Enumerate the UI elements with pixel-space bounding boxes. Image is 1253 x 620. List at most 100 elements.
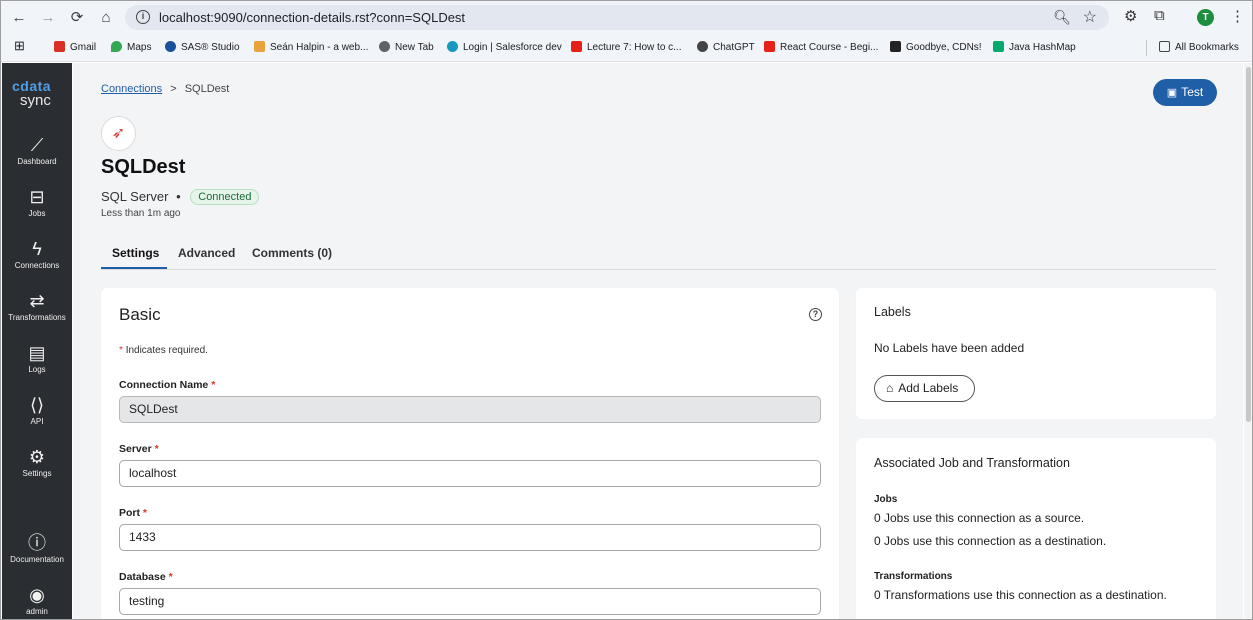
database-field[interactable]: testing (119, 588, 821, 615)
basic-card: Basic ? * Indicates required. Connection… (101, 288, 839, 619)
separator-dot: • (176, 189, 181, 204)
cdata-sync-logo[interactable]: cdata sync (12, 79, 64, 109)
app-sidebar: cdata sync ⟋ Dashboard ⊟ Jobs ϟ Connecti… (2, 63, 72, 619)
api-icon: ⟨⟩ (29, 395, 45, 415)
browser-window: ← → ⟳ ⌂ i localhost:9090/connection-deta… (0, 0, 1253, 620)
sidebar-item-logs[interactable]: ▤ Logs (2, 343, 72, 375)
port-label: Port * (119, 507, 148, 519)
zoom-icon[interactable]: 🔍︎ (1053, 9, 1071, 26)
port-field[interactable]: 1433 (119, 524, 821, 551)
tab-comments[interactable]: Comments (0) (252, 246, 332, 260)
arrows-icon: ⇄ (29, 291, 45, 311)
required-asterisk: * (119, 345, 123, 356)
test-button-label: Test (1181, 85, 1204, 99)
folder-icon (1159, 41, 1170, 52)
server-field[interactable]: localhost (119, 460, 821, 487)
extension-gear-icon[interactable]: ⚙ (1124, 7, 1137, 25)
bookmark-react-course[interactable]: React Course - Begi... (764, 41, 878, 53)
logo-brand: cdata (12, 78, 52, 94)
page-scrollbar[interactable] (1244, 63, 1252, 619)
browser-menu-icon[interactable]: ⋮ (1230, 7, 1245, 25)
bookmark-lecture-7[interactable]: Lecture 7: How to c... (571, 41, 682, 53)
add-labels-button[interactable]: ⌂ Add Labels (874, 375, 975, 402)
sidebar-item-label: Dashboard (17, 157, 57, 166)
main-content: Connections > SQLDest ▣ Test ➶ SQLDest SQ… (73, 63, 1243, 619)
all-bookmarks[interactable]: All Bookmarks (1159, 41, 1239, 53)
save-disk-icon: ▣ (1166, 87, 1178, 99)
scrollbar-thumb[interactable] (1246, 67, 1251, 422)
sidebar-item-api[interactable]: ⟨⟩ API (2, 395, 72, 427)
sidebar-item-admin[interactable]: ◉ admin (2, 585, 72, 617)
back-arrow-icon[interactable]: ← (8, 7, 30, 29)
url-text[interactable]: localhost:9090/connection-details.rst?co… (159, 10, 465, 25)
sas-icon (165, 41, 176, 52)
profile-avatar[interactable]: T (1197, 9, 1214, 26)
user-icon: ◉ (29, 585, 45, 605)
bookmark-chatgpt[interactable]: ChatGPT (697, 41, 755, 53)
connection-name-label: Connection Name * (119, 379, 216, 391)
briefcase-icon: ⊟ (29, 187, 45, 207)
tag-icon: ⌂ (886, 381, 894, 395)
bookmarks-bar: ⊞ Gmail Maps SAS® Studio Seán Halpin - a… (1, 34, 1252, 62)
sidebar-item-label: admin (26, 607, 48, 616)
youtube-icon (571, 41, 582, 52)
jobs-destination-text: 0 Jobs use this connection as a destinat… (874, 534, 1107, 548)
sidebar-item-label: Logs (28, 365, 46, 374)
home-icon[interactable]: ⌂ (95, 7, 117, 29)
breadcrumb-separator: > (170, 83, 177, 95)
page-icon (890, 41, 901, 52)
help-icon[interactable]: ? (809, 308, 822, 321)
connection-type: SQL Server (101, 189, 169, 204)
sidebar-item-documentation[interactable]: ⓘ Documentation (2, 533, 72, 565)
sidebar-item-label: Settings (22, 469, 52, 478)
test-button[interactable]: ▣ Test (1153, 79, 1217, 106)
add-labels-label: Add Labels (898, 381, 959, 395)
jobs-source-text: 0 Jobs use this connection as a source. (874, 511, 1085, 525)
transformations-heading: Transformations (874, 571, 953, 582)
bookmark-gmail[interactable]: Gmail (54, 41, 96, 53)
browser-toolbar: ← → ⟳ ⌂ i localhost:9090/connection-deta… (1, 1, 1252, 34)
address-bar[interactable]: i localhost:9090/connection-details.rst?… (125, 5, 1109, 30)
sidebar-item-jobs[interactable]: ⊟ Jobs (2, 187, 72, 219)
associated-title: Associated Job and Transformation (874, 456, 1070, 470)
extensions-puzzle-icon[interactable]: ⧉ (1154, 7, 1165, 24)
bookmark-new-tab[interactable]: New Tab (379, 41, 434, 53)
required-note-text: Indicates required. (125, 345, 208, 356)
basic-title: Basic (119, 305, 161, 324)
gmail-icon (54, 41, 65, 52)
sidebar-item-label: Connections (14, 261, 60, 270)
bookmark-goodbye-cdns[interactable]: Goodbye, CDNs! (890, 41, 982, 53)
sidebar-item-label: Jobs (28, 209, 46, 218)
last-updated: Less than 1m ago (101, 208, 181, 219)
maps-icon (111, 41, 122, 52)
tab-settings[interactable]: Settings (112, 246, 159, 260)
bookmark-maps[interactable]: Maps (111, 41, 151, 53)
site-info-icon[interactable]: i (136, 10, 150, 24)
sidebar-item-settings[interactable]: ⚙ Settings (2, 447, 72, 479)
sidebar-item-label: Transformations (8, 313, 66, 322)
jobs-heading: Jobs (874, 494, 898, 505)
forward-arrow-icon[interactable]: → (37, 7, 59, 29)
sidebar-item-dashboard[interactable]: ⟋ Dashboard (2, 135, 72, 167)
sidebar-item-label: API (30, 417, 44, 426)
breadcrumb-link-connections[interactable]: Connections (101, 83, 162, 95)
connection-subline: SQL Server • Connected (101, 189, 260, 205)
logo-product: sync (20, 92, 51, 109)
reload-icon[interactable]: ⟳ (66, 7, 88, 29)
sidebar-item-connections[interactable]: ϟ Connections (2, 239, 72, 271)
bookmark-sean-halpin[interactable]: Seán Halpin - a web... (254, 41, 368, 53)
bookmarks-divider (1146, 40, 1147, 56)
globe-icon (379, 41, 390, 52)
sidebar-item-transformations[interactable]: ⇄ Transformations (2, 291, 72, 323)
labels-card: Labels No Labels have been added ⌂ Add La… (856, 288, 1216, 419)
bookmark-star-icon[interactable]: ☆ (1083, 7, 1097, 27)
bookmark-java-hashmap[interactable]: Java HashMap (993, 41, 1076, 53)
apps-grid-icon[interactable]: ⊞ (14, 38, 25, 54)
w3schools-icon (993, 41, 1004, 52)
tab-advanced[interactable]: Advanced (178, 246, 235, 260)
bookmark-salesforce[interactable]: Login | Salesforce dev (447, 41, 562, 53)
bookmark-sas-studio[interactable]: SAS® Studio (165, 41, 240, 53)
transformations-destination-text: 0 Transformations use this connection as… (874, 588, 1167, 602)
book-icon: ▤ (28, 343, 46, 363)
help-icon: ⓘ (28, 533, 46, 553)
